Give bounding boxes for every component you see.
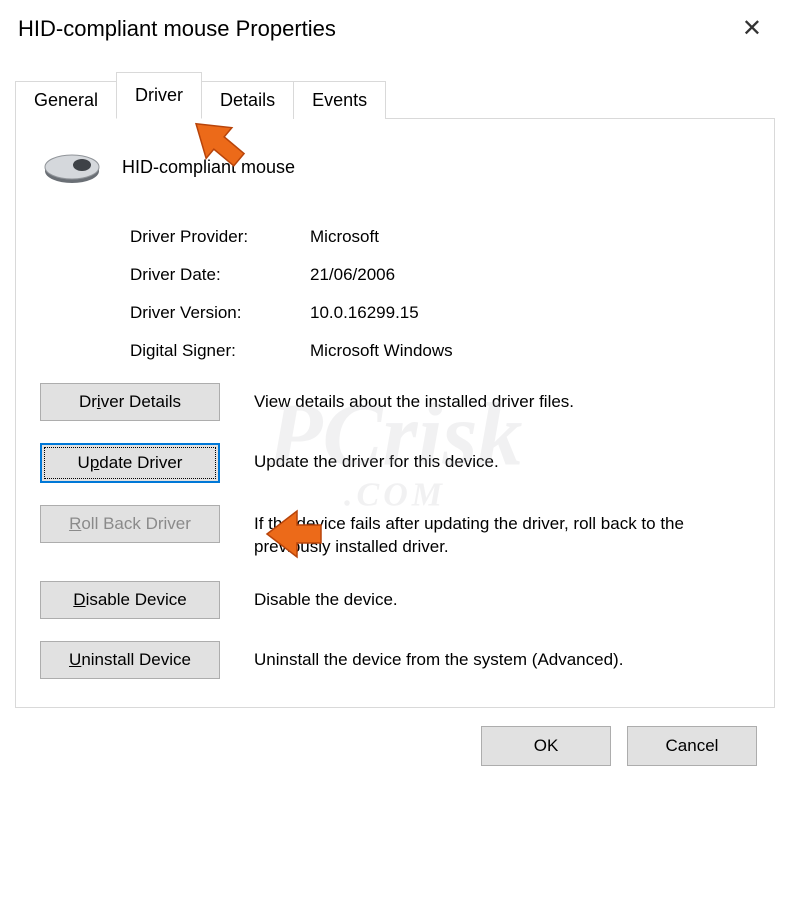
signer-label: Digital Signer: (130, 341, 310, 361)
provider-label: Driver Provider: (130, 227, 310, 247)
tab-details[interactable]: Details (201, 81, 294, 119)
rollback-driver-button: Roll Back Driver (40, 505, 220, 543)
close-icon[interactable]: ✕ (732, 14, 772, 43)
cancel-button[interactable]: Cancel (627, 726, 757, 766)
driver-panel: HID-compliant mouse Driver Provider: Mic… (15, 119, 775, 708)
date-value: 21/06/2006 (310, 265, 395, 285)
ok-button[interactable]: OK (481, 726, 611, 766)
update-driver-desc: Update the driver for this device. (254, 443, 750, 474)
disable-device-button[interactable]: Disable Device (40, 581, 220, 619)
tab-general[interactable]: General (15, 81, 117, 119)
provider-value: Microsoft (310, 227, 379, 247)
driver-details-desc: View details about the installed driver … (254, 383, 750, 414)
driver-details-button[interactable]: Driver Details (40, 383, 220, 421)
version-value: 10.0.16299.15 (310, 303, 419, 323)
mouse-icon (40, 147, 104, 187)
uninstall-device-desc: Uninstall the device from the system (Ad… (254, 641, 750, 672)
window-title: HID-compliant mouse Properties (18, 16, 336, 42)
tab-events[interactable]: Events (293, 81, 386, 119)
uninstall-device-button[interactable]: Uninstall Device (40, 641, 220, 679)
disable-device-desc: Disable the device. (254, 581, 750, 612)
tabbar: General Driver Details Events (15, 71, 775, 119)
date-label: Driver Date: (130, 265, 310, 285)
update-driver-button[interactable]: Update Driver (40, 443, 220, 483)
version-label: Driver Version: (130, 303, 310, 323)
device-name: HID-compliant mouse (122, 157, 295, 178)
rollback-driver-desc: If the device fails after updating the d… (254, 505, 750, 559)
signer-value: Microsoft Windows (310, 341, 453, 361)
tab-driver[interactable]: Driver (116, 72, 202, 119)
